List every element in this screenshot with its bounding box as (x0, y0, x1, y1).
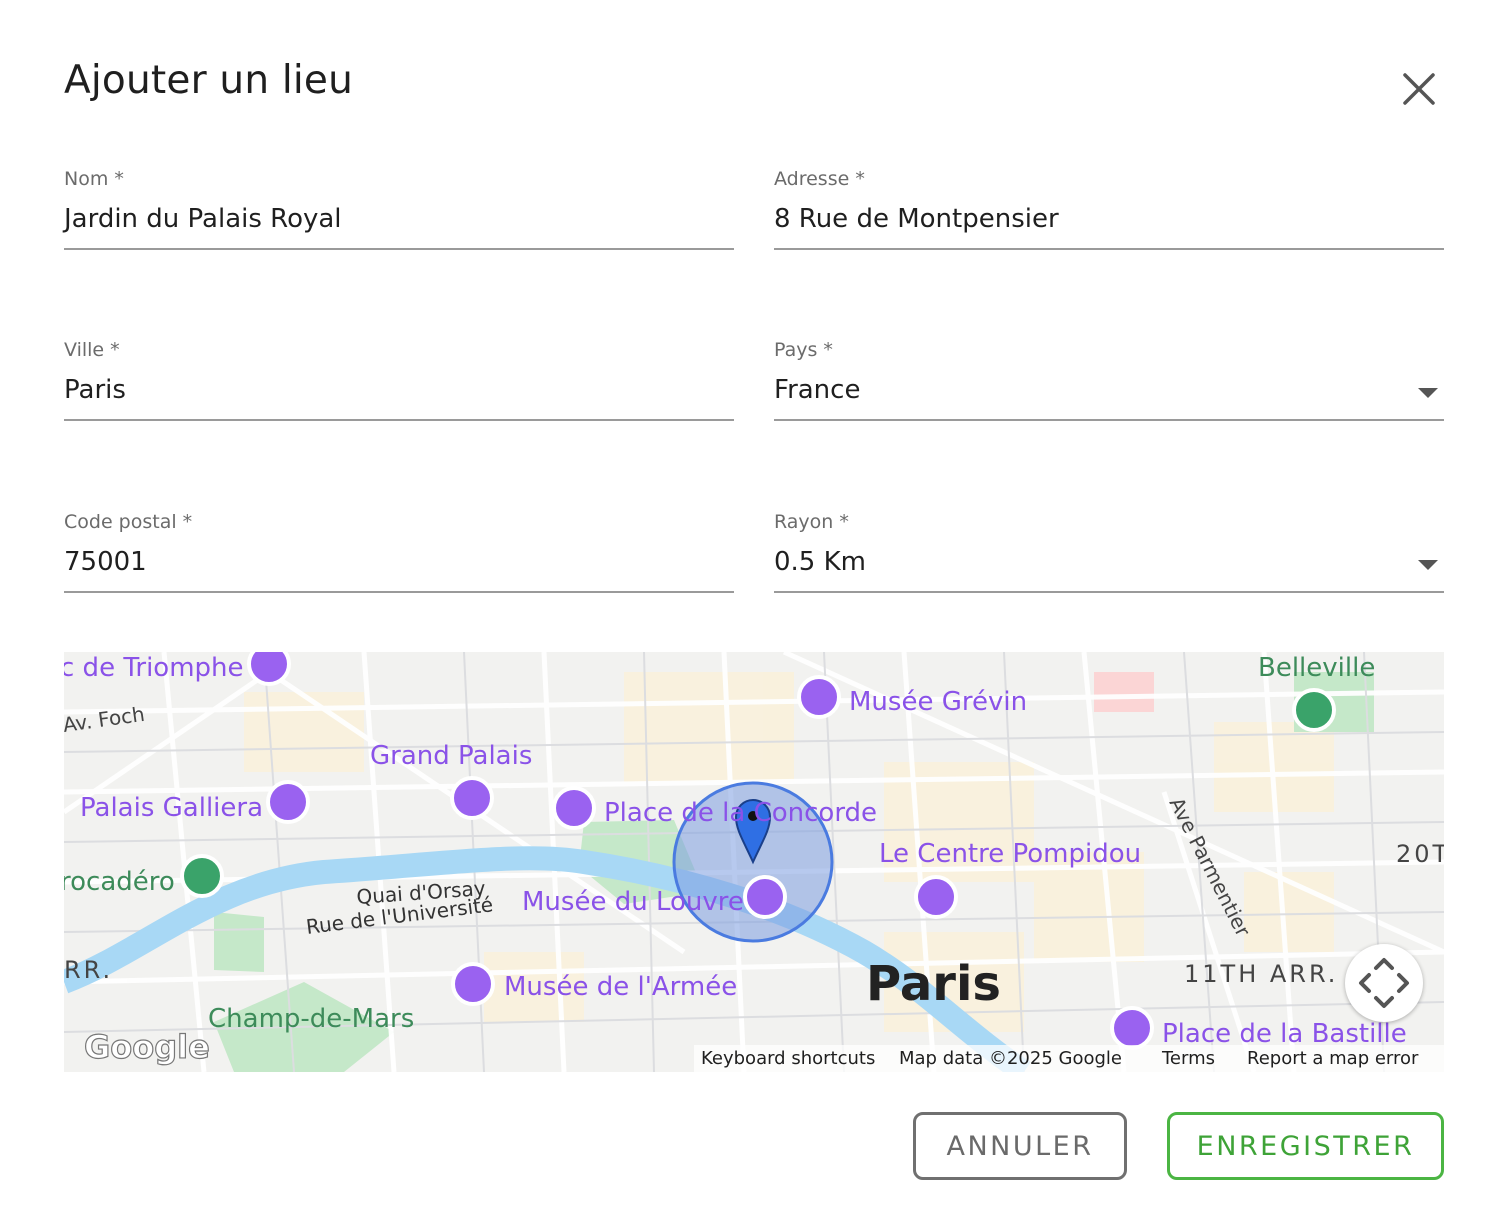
google-logo: Google (84, 1028, 210, 1066)
country-value[interactable]: France (774, 375, 860, 405)
map-label-grand-palais: Grand Palais (370, 741, 532, 771)
terms-link[interactable]: Terms (1162, 1048, 1215, 1069)
close-icon[interactable] (1396, 66, 1442, 112)
map-label-champ-de-mars: Champ-de-Mars (208, 1004, 414, 1034)
map-label-paris: Paris (866, 956, 1001, 1012)
dialog-title: Ajouter un lieu (64, 58, 354, 103)
map-label-pompidou: Le Centre Pompidou (879, 839, 1141, 869)
city-input[interactable]: Paris (64, 375, 126, 405)
postal-code-underline (64, 591, 734, 593)
radius-value[interactable]: 0.5 Km (774, 547, 866, 577)
city-label: Ville * (64, 339, 120, 361)
map-label-galliera: Palais Galliera (80, 793, 263, 823)
map-data-text: Map data ©2025 Google (899, 1048, 1122, 1069)
map-label-grevin: Musée Grévin (849, 687, 1027, 717)
radius-label: Rayon * (774, 511, 849, 533)
address-underline (774, 248, 1444, 250)
name-label: Nom * (64, 168, 124, 190)
map-canvas[interactable]: c de Triomphe Av. Foch Musée Grévin Bell… (64, 652, 1444, 1072)
country-label: Pays * (774, 339, 833, 361)
map-label-trocadero: rocadéro (64, 867, 175, 897)
city-underline (64, 419, 734, 421)
save-button[interactable]: ENREGISTRER (1167, 1112, 1444, 1180)
map-label-arr11: 11TH ARR. (1184, 960, 1338, 988)
name-underline (64, 248, 734, 250)
chevron-down-icon[interactable] (1418, 560, 1438, 570)
cancel-button[interactable]: ANNULER (913, 1112, 1127, 1180)
keyboard-shortcuts-link[interactable]: Keyboard shortcuts (701, 1048, 875, 1069)
address-input[interactable]: 8 Rue de Montpensier (774, 204, 1059, 234)
map-label-louvre: Musée du Louvre (522, 887, 744, 917)
recenter-button[interactable] (1345, 944, 1423, 1022)
map-label-arc: c de Triomphe (64, 653, 244, 683)
map-label-belleville: Belleville (1258, 653, 1375, 683)
map[interactable]: c de Triomphe Av. Foch Musée Grévin Bell… (64, 652, 1444, 1072)
postal-code-input[interactable]: 75001 (64, 547, 147, 577)
country-underline (774, 419, 1444, 421)
map-label-concorde: Place de la Concorde (604, 798, 877, 828)
map-label-armee: Musée de l'Armée (504, 972, 737, 1002)
report-map-error-link[interactable]: Report a map error (1247, 1048, 1418, 1069)
map-label-arr20: 20T (1396, 840, 1444, 868)
move-arrows-icon (1359, 958, 1409, 1008)
add-place-dialog: Ajouter un lieu Nom * Jardin du Palais R… (0, 0, 1500, 1228)
radius-underline (774, 591, 1444, 593)
postal-code-label: Code postal * (64, 511, 193, 533)
address-label: Adresse * (774, 168, 865, 190)
name-input[interactable]: Jardin du Palais Royal (64, 204, 342, 234)
map-label-arr-left: RR. (64, 956, 113, 984)
chevron-down-icon[interactable] (1418, 388, 1438, 398)
